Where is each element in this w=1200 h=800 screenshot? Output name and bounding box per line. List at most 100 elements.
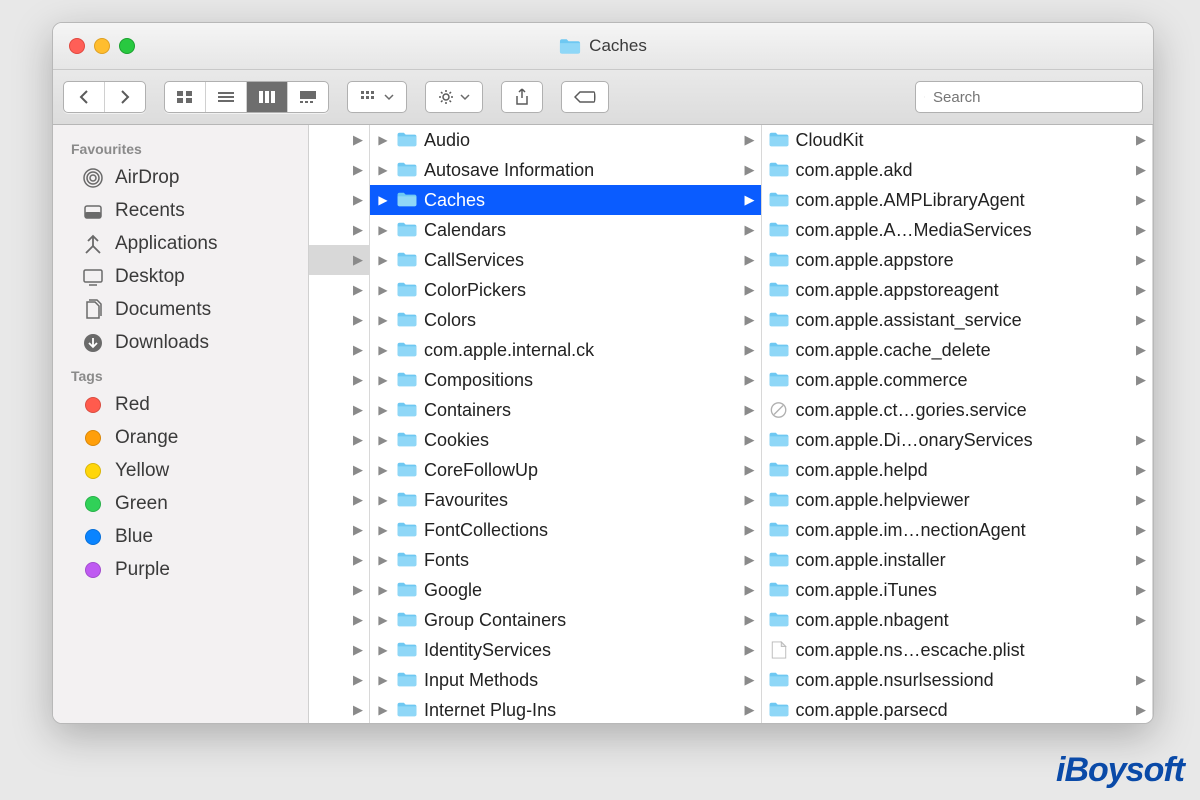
view-icon-button[interactable] [165,82,206,112]
forward-button[interactable] [105,82,145,112]
view-list-button[interactable] [206,82,247,112]
chevron-right-icon: ▶ [743,372,755,388]
column-0-row[interactable]: ▶ [309,545,369,575]
sidebar-item-red[interactable]: Red [59,389,302,421]
sidebar-item-orange[interactable]: Orange [59,422,302,454]
column-0-row[interactable]: ▶ [309,245,369,275]
column-0-row[interactable]: ▶ [309,185,369,215]
column-0-row[interactable]: ▶ [309,605,369,635]
column-0-row[interactable]: ▶ [309,305,369,335]
group-by-button[interactable] [347,81,407,113]
list-item[interactable]: ▶FontCollections▶ [370,515,761,545]
column-0-row[interactable]: ▶ [309,695,369,723]
list-item[interactable]: ▶IdentityServices▶ [370,635,761,665]
list-item[interactable]: ▶Google▶ [370,575,761,605]
list-item[interactable]: com.apple.appstore▶ [762,245,1153,275]
list-item[interactable]: ▶Cookies▶ [370,425,761,455]
list-item[interactable]: com.apple.Di…onaryServices▶ [762,425,1153,455]
list-item[interactable]: ▶Containers▶ [370,395,761,425]
list-item[interactable]: com.apple.parsecd▶ [762,695,1153,723]
list-item[interactable]: com.apple.commerce▶ [762,365,1153,395]
tags-button[interactable] [561,81,609,113]
chevron-right-icon: ▶ [1134,582,1146,598]
list-item[interactable]: com.apple.iTunes▶ [762,575,1153,605]
column-0-row[interactable]: ▶ [309,425,369,455]
column-0-row[interactable]: ▶ [309,395,369,425]
column-0-row[interactable]: ▶ [309,485,369,515]
search-input[interactable] [931,88,1134,107]
view-gallery-button[interactable] [288,82,328,112]
column-0-row[interactable]: ▶ [309,455,369,485]
tag-icon [81,558,105,582]
chevron-right-icon: ▶ [376,553,390,567]
list-item[interactable]: ▶Compositions▶ [370,365,761,395]
sidebar-item-yellow[interactable]: Yellow [59,455,302,487]
column-0-row[interactable]: ▶ [309,215,369,245]
list-item[interactable]: ▶Group Containers▶ [370,605,761,635]
list-item[interactable]: ▶Input Methods▶ [370,665,761,695]
list-item[interactable]: ▶Audio▶ [370,125,761,155]
sidebar-item-downloads[interactable]: Downloads [59,327,302,359]
column-0-row[interactable]: ▶ [309,635,369,665]
column-0-row[interactable]: ▶ [309,575,369,605]
column-0-row[interactable]: ▶ [309,125,369,155]
list-item[interactable]: com.apple.cache_delete▶ [762,335,1153,365]
list-item[interactable]: CloudKit▶ [762,125,1153,155]
list-item[interactable]: com.apple.ns…escache.plist [762,635,1153,665]
finder-window: Caches [52,22,1154,724]
list-item[interactable]: com.apple.appstoreagent▶ [762,275,1153,305]
list-item[interactable]: ▶Calendars▶ [370,215,761,245]
list-item[interactable]: ▶com.apple.internal.ck▶ [370,335,761,365]
share-button[interactable] [501,81,543,113]
list-item[interactable]: com.apple.nsurlsessiond▶ [762,665,1153,695]
list-item[interactable]: com.apple.installer▶ [762,545,1153,575]
sidebar-item-applications[interactable]: Applications [59,228,302,260]
folder-icon [396,161,418,179]
list-item[interactable]: com.apple.helpd▶ [762,455,1153,485]
chevron-right-icon: ▶ [1134,612,1146,628]
column-0-row[interactable]: ▶ [309,365,369,395]
list-item[interactable]: ▶Caches▶ [370,185,761,215]
sidebar-item-green[interactable]: Green [59,488,302,520]
list-item[interactable]: ▶ColorPickers▶ [370,275,761,305]
search-field[interactable] [915,81,1143,113]
list-item[interactable]: com.apple.A…MediaServices▶ [762,215,1153,245]
sidebar-item-desktop[interactable]: Desktop [59,261,302,293]
view-column-button[interactable] [247,82,288,112]
zoom-button[interactable] [119,38,135,54]
list-item[interactable]: ▶Colors▶ [370,305,761,335]
list-item[interactable]: com.apple.akd▶ [762,155,1153,185]
item-label: Fonts [424,550,737,571]
list-item[interactable]: com.apple.AMPLibraryAgent▶ [762,185,1153,215]
list-item[interactable]: com.apple.assistant_service▶ [762,305,1153,335]
column-0-row[interactable]: ▶ [309,275,369,305]
folder-icon [768,161,790,179]
close-button[interactable] [69,38,85,54]
sidebar-item-documents[interactable]: Documents [59,294,302,326]
item-label: com.apple.appstore [796,250,1129,271]
chevron-down-icon [384,94,394,101]
action-menu-button[interactable] [425,81,483,113]
list-item[interactable]: ▶CoreFollowUp▶ [370,455,761,485]
item-label: Audio [424,130,737,151]
list-item[interactable]: ▶Autosave Information▶ [370,155,761,185]
list-item[interactable]: ▶Fonts▶ [370,545,761,575]
column-0-row[interactable]: ▶ [309,335,369,365]
minimize-button[interactable] [94,38,110,54]
list-item[interactable]: com.apple.nbagent▶ [762,605,1153,635]
column-0-row[interactable]: ▶ [309,155,369,185]
list-item[interactable]: com.apple.ct…gories.service [762,395,1153,425]
sidebar-item-airdrop[interactable]: AirDrop [59,162,302,194]
back-button[interactable] [64,82,105,112]
sidebar-item-purple[interactable]: Purple [59,554,302,586]
sidebar-item-blue[interactable]: Blue [59,521,302,553]
list-item[interactable]: ▶CallServices▶ [370,245,761,275]
list-item[interactable]: com.apple.helpviewer▶ [762,485,1153,515]
column-0-row[interactable]: ▶ [309,515,369,545]
list-item[interactable]: ▶Favourites▶ [370,485,761,515]
tag-icon [81,459,105,483]
list-item[interactable]: ▶Internet Plug-Ins▶ [370,695,761,723]
list-item[interactable]: com.apple.im…nectionAgent▶ [762,515,1153,545]
column-0-row[interactable]: ▶ [309,665,369,695]
sidebar-item-recents[interactable]: Recents [59,195,302,227]
